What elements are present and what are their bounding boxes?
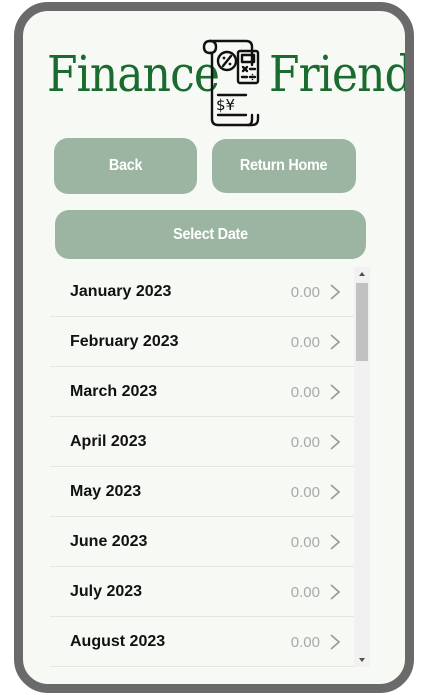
back-button-label: Back <box>108 157 143 174</box>
chevron-right-icon <box>330 484 340 500</box>
list-item[interactable]: January 2023 0.00 <box>50 267 354 317</box>
phone-frame: Finance $¥ Friend Back Return Home Selec… <box>14 2 414 693</box>
finance-document-calculator-icon: $¥ <box>202 39 260 127</box>
back-button[interactable]: Back <box>54 138 197 194</box>
month-label: August 2023 <box>70 633 166 650</box>
month-label: February 2023 <box>70 333 179 350</box>
month-label: June 2023 <box>70 533 148 550</box>
chevron-right-icon <box>330 584 340 600</box>
scroll-thumb[interactable] <box>356 283 368 361</box>
chevron-right-icon <box>330 534 340 550</box>
return-home-button-label: Return Home <box>240 157 328 174</box>
list-item[interactable]: April 2023 0.00 <box>50 417 354 467</box>
month-amount: 0.00 <box>290 484 320 501</box>
scroll-down-arrow-icon[interactable] <box>354 653 370 667</box>
list-scrollbar[interactable] <box>354 267 370 667</box>
select-date-button[interactable]: Select Date <box>55 210 366 259</box>
list-item[interactable]: March 2023 0.00 <box>50 367 354 417</box>
chevron-right-icon <box>330 284 340 300</box>
month-amount: 0.00 <box>290 334 320 351</box>
scroll-up-arrow-icon[interactable] <box>354 267 370 281</box>
return-home-button[interactable]: Return Home <box>212 139 356 193</box>
list-item[interactable]: August 2023 0.00 <box>50 617 354 667</box>
app-logo: Finance $¥ Friend <box>43 33 405 133</box>
month-amount: 0.00 <box>290 434 320 451</box>
month-label: April 2023 <box>70 433 147 450</box>
month-amount: 0.00 <box>290 584 320 601</box>
month-amount: 0.00 <box>290 634 320 651</box>
list-item[interactable]: February 2023 0.00 <box>50 317 354 367</box>
month-label: March 2023 <box>70 383 158 400</box>
select-date-button-label: Select Date <box>173 225 248 243</box>
chevron-right-icon <box>330 334 340 350</box>
month-label: July 2023 <box>70 583 143 600</box>
month-amount: 0.00 <box>290 384 320 401</box>
logo-text-finance: Finance <box>47 45 220 103</box>
chevron-right-icon <box>330 634 340 650</box>
month-label: May 2023 <box>70 483 142 500</box>
svg-text:$¥: $¥ <box>216 96 235 114</box>
month-label: January 2023 <box>70 283 172 300</box>
month-amount: 0.00 <box>290 534 320 551</box>
list-item[interactable]: July 2023 0.00 <box>50 567 354 617</box>
chevron-right-icon <box>330 434 340 450</box>
chevron-right-icon <box>330 384 340 400</box>
list-item[interactable]: May 2023 0.00 <box>50 467 354 517</box>
month-list[interactable]: January 2023 0.00 February 2023 0.00 Mar… <box>50 267 354 667</box>
logo-text-friend: Friend <box>269 45 412 103</box>
list-item[interactable]: June 2023 0.00 <box>50 517 354 567</box>
month-amount: 0.00 <box>290 284 320 301</box>
